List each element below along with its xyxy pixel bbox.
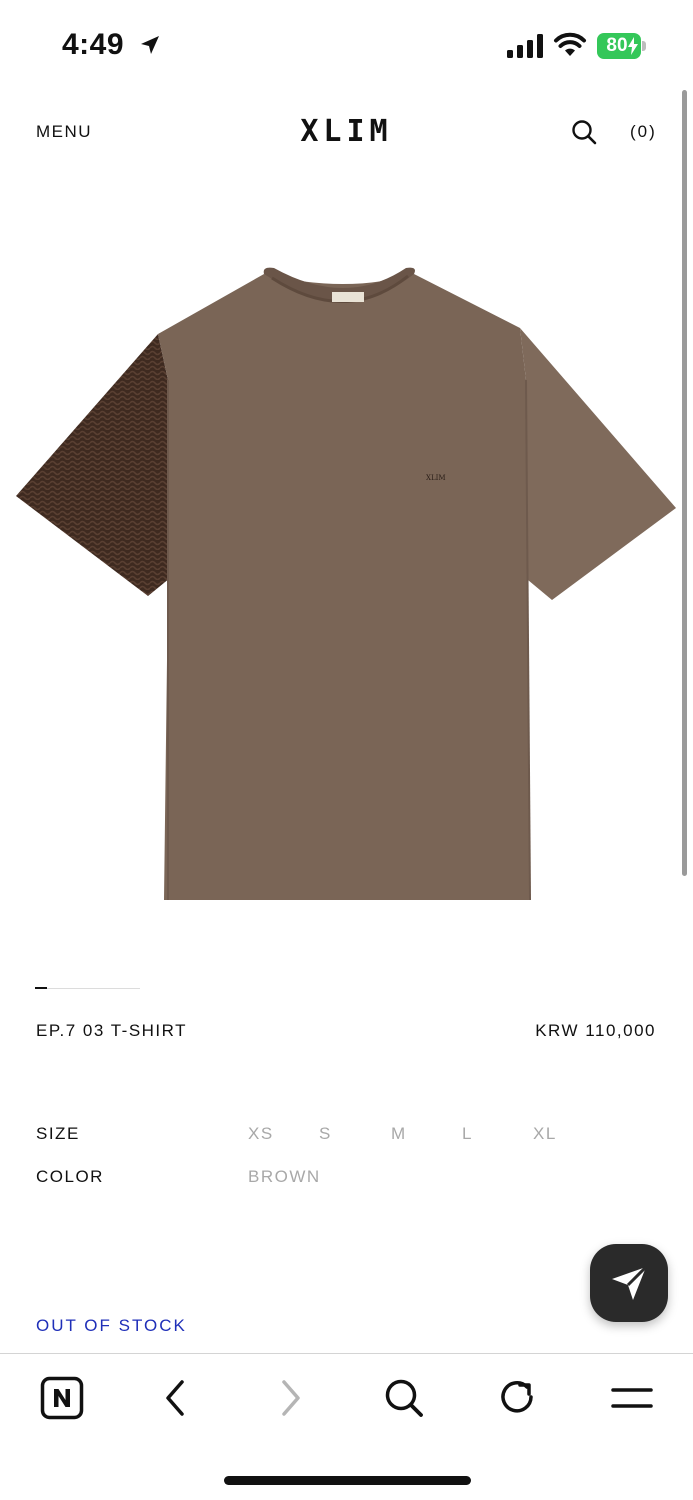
site-header: MENU XLIM (0) — [0, 100, 693, 170]
color-option-brown[interactable]: BROWN — [248, 1167, 321, 1187]
size-option-l[interactable]: L — [462, 1124, 473, 1144]
size-option-xs[interactable]: XS — [248, 1124, 274, 1144]
status-time: 4:49 — [62, 28, 125, 61]
naver-n-icon — [40, 1376, 84, 1420]
search-icon[interactable] — [570, 118, 598, 146]
forward-arrow-icon — [282, 1380, 300, 1416]
product-image[interactable]: XLIM — [0, 230, 693, 930]
menu-icon — [611, 1388, 653, 1408]
forward-button[interactable] — [268, 1376, 312, 1420]
product-name: EP.7 03 T-SHIRT — [36, 1021, 188, 1040]
browser-menu-button[interactable] — [610, 1376, 654, 1420]
location-arrow-icon — [141, 36, 159, 54]
browser-search-button[interactable] — [382, 1376, 426, 1420]
search-icon — [385, 1379, 423, 1417]
cellular-signal-icon — [507, 34, 543, 58]
reload-icon — [501, 1381, 533, 1413]
reload-button[interactable] — [496, 1376, 540, 1420]
carousel-progress-track — [35, 988, 140, 989]
naver-home-button[interactable] — [40, 1376, 84, 1420]
back-arrow-icon — [166, 1380, 184, 1416]
status-bar: 4:49 80 — [0, 0, 693, 90]
size-option-xl[interactable]: XL — [533, 1124, 557, 1144]
home-indicator[interactable] — [224, 1476, 471, 1485]
shirt-body — [158, 274, 530, 900]
floating-send-button[interactable] — [590, 1244, 668, 1322]
size-label: SIZE — [36, 1124, 80, 1143]
size-option-m[interactable]: M — [391, 1124, 407, 1144]
right-sleeve — [520, 328, 676, 600]
carousel-progress-active — [35, 987, 47, 989]
send-icon — [612, 1265, 648, 1300]
back-button[interactable] — [154, 1376, 198, 1420]
svg-text:XLIM: XLIM — [426, 474, 446, 482]
wifi-icon — [554, 32, 586, 56]
stock-status: OUT OF STOCK — [36, 1316, 187, 1335]
color-label: COLOR — [36, 1167, 104, 1186]
left-sleeve — [16, 334, 170, 596]
product-price: KRW 110,000 — [535, 1021, 656, 1040]
cart-button[interactable]: (0) — [630, 122, 657, 142]
size-option-s[interactable]: S — [319, 1124, 332, 1144]
battery-charging-icon: 80 — [597, 33, 647, 59]
